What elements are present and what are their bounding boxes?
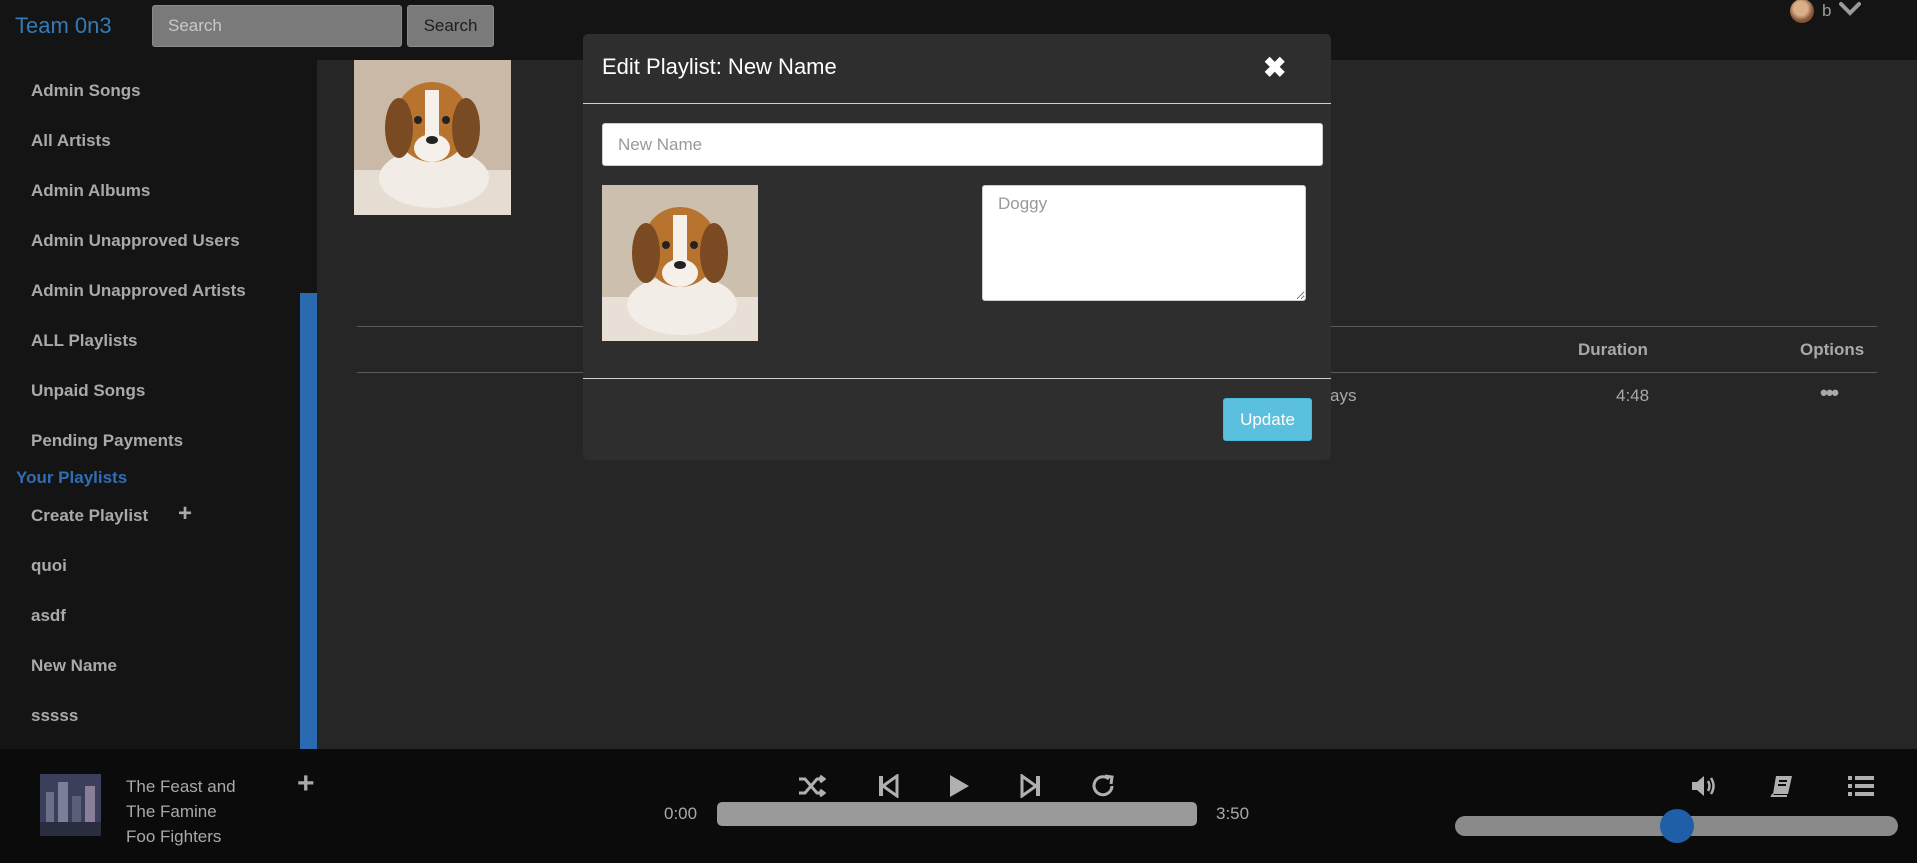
playlist-cover-image	[354, 60, 511, 215]
close-icon[interactable]: ✖	[1263, 51, 1286, 84]
sidebar-item-admin-albums[interactable]: Admin Albums	[31, 181, 150, 201]
queue-list-icon[interactable]	[1845, 770, 1877, 802]
current-time: 0:00	[664, 804, 698, 823]
chevron-down-icon[interactable]	[1839, 1, 1862, 22]
plus-icon[interactable]: +	[297, 767, 315, 801]
sidebar-playlist-new-name[interactable]: New Name	[31, 656, 117, 676]
skip-forward-icon[interactable]	[1015, 770, 1047, 802]
now-playing-album-art	[40, 774, 101, 836]
repeat-icon[interactable]	[1087, 770, 1119, 802]
volume-icon[interactable]	[1688, 770, 1720, 802]
your-playlists-heading: Your Playlists	[16, 468, 128, 487]
sidebar-item-admin-unapproved-artists[interactable]: Admin Unapproved Artists	[31, 281, 246, 301]
sidebar: Admin Songs All Artists Admin Albums Adm…	[0, 60, 317, 749]
sidebar-item-all-playlists[interactable]: ALL Playlists	[31, 331, 137, 351]
total-time: 3:50	[1216, 804, 1250, 823]
playback-progress-bar[interactable]	[717, 802, 1197, 826]
sidebar-scrollbar-thumb[interactable]	[300, 293, 317, 749]
sidebar-playlist-asdf[interactable]: asdf	[31, 606, 66, 626]
now-playing-artist[interactable]: Foo Fighters	[126, 827, 221, 847]
now-playing-title-line1: The Feast and	[126, 777, 236, 796]
sidebar-playlist-quoi[interactable]: quoi	[31, 556, 67, 576]
skip-back-icon[interactable]	[872, 770, 904, 802]
song-duration-cell: 4:48	[1616, 386, 1650, 405]
shuffle-icon[interactable]	[796, 770, 828, 802]
modal-footer-divider	[583, 378, 1331, 379]
song-title-cell: ays	[1330, 386, 1357, 405]
more-dots-icon[interactable]: •••	[1820, 380, 1839, 406]
options-column-header: Options	[1800, 340, 1865, 359]
playlist-name-input[interactable]	[602, 123, 1323, 166]
sidebar-item-all-artists[interactable]: All Artists	[31, 131, 111, 151]
user-menu[interactable]: b	[1790, 0, 1862, 23]
play-icon[interactable]	[943, 770, 975, 802]
playlist-image-preview[interactable]	[602, 185, 758, 341]
search-button[interactable]: Search	[407, 5, 494, 47]
playlist-description-textarea[interactable]	[982, 185, 1306, 301]
sidebar-item-unpaid-songs[interactable]: Unpaid Songs	[31, 381, 145, 401]
search-input[interactable]	[152, 5, 402, 47]
sidebar-playlist-sssss[interactable]: sssss	[31, 706, 78, 726]
brand-logo-link[interactable]: Team 0n3	[15, 13, 112, 39]
sidebar-item-pending-payments[interactable]: Pending Payments	[31, 431, 183, 451]
sidebar-item-admin-songs[interactable]: Admin Songs	[31, 81, 141, 101]
edit-playlist-modal: Edit Playlist: New Name ✖ Update	[583, 34, 1331, 460]
now-playing-title-line2: The Famine	[126, 802, 217, 821]
create-playlist-link[interactable]: Create Playlist	[31, 506, 148, 526]
sidebar-item-admin-unapproved-users[interactable]: Admin Unapproved Users	[31, 231, 240, 251]
avatar	[1790, 0, 1814, 23]
volume-slider-handle[interactable]	[1659, 809, 1694, 843]
update-button[interactable]: Update	[1223, 398, 1312, 441]
duration-column-header: Duration	[1578, 340, 1648, 359]
modal-header: Edit Playlist: New Name ✖	[583, 34, 1331, 104]
modal-title: Edit Playlist: New Name	[602, 54, 837, 79]
user-name: b	[1822, 1, 1832, 20]
book-icon[interactable]	[1766, 770, 1798, 802]
plus-icon[interactable]: +	[178, 500, 192, 528]
player-bar: The Feast and The Famine Foo Fighters + …	[0, 749, 1917, 863]
